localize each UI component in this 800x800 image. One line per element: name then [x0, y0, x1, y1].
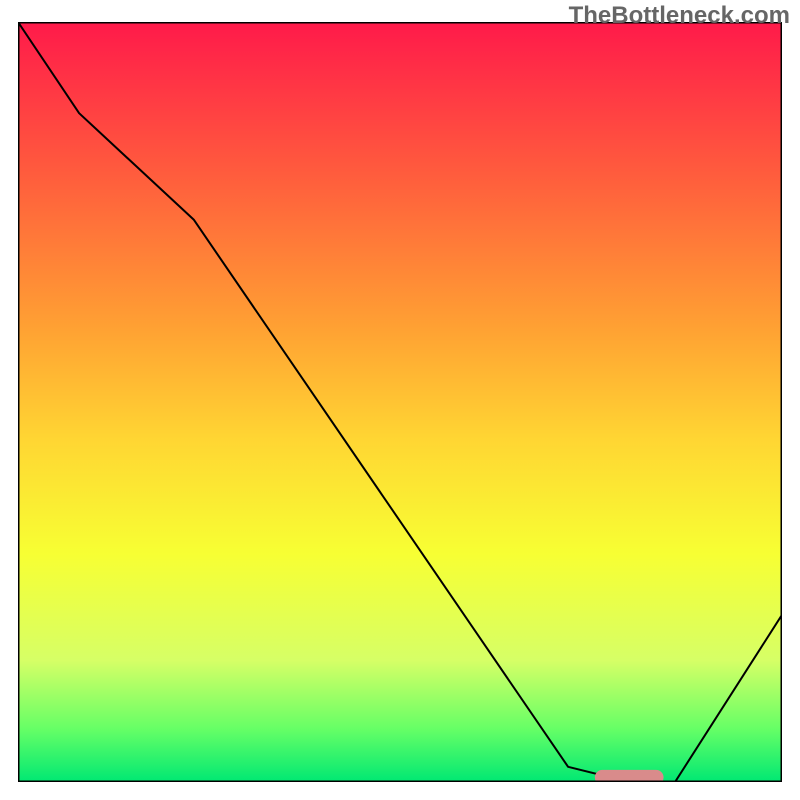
plot-area: [18, 22, 782, 782]
chart-background: [18, 22, 782, 782]
optimum-marker: [595, 770, 664, 782]
chart-svg: [18, 22, 782, 782]
chart-container: TheBottleneck.com: [0, 0, 800, 800]
watermark-text: TheBottleneck.com: [569, 2, 790, 30]
